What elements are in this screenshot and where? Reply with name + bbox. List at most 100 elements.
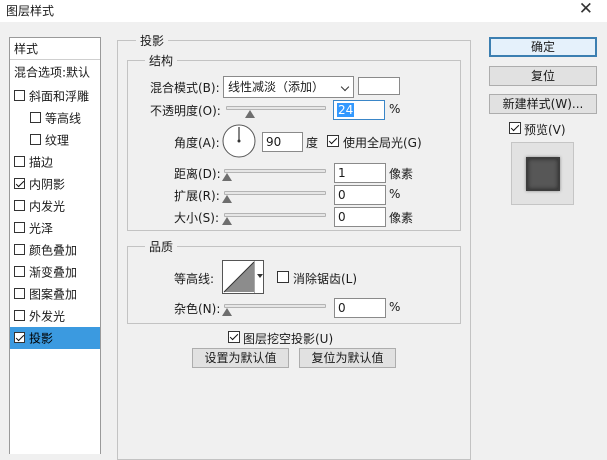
angle-dial[interactable]: [222, 124, 256, 158]
style-item-pattern-overlay[interactable]: 图案叠加: [10, 283, 100, 305]
noise-slider-track[interactable]: [224, 304, 326, 308]
style-item-label: 外发光: [29, 309, 66, 324]
bevel-emboss-checkbox[interactable]: [14, 90, 25, 101]
style-item-label: 纹理: [45, 133, 70, 148]
distance-label: 距离(D):: [174, 167, 221, 181]
quality-title: 品质: [145, 238, 178, 255]
inner-glow-checkbox[interactable]: [14, 200, 25, 211]
set-default-button[interactable]: 设置为默认值: [192, 348, 289, 368]
style-item-label: 投影: [29, 331, 54, 346]
anti-alias-label: 消除锯齿(L): [293, 272, 358, 286]
angle-input[interactable]: 90: [262, 132, 303, 152]
opacity-label: 不透明度(O):: [150, 104, 221, 118]
noise-unit: %: [389, 300, 401, 314]
stroke-checkbox[interactable]: [14, 156, 25, 167]
chevron-down-icon: [340, 82, 350, 92]
opacity-value: 24: [337, 103, 355, 117]
distance-unit: 像素: [389, 167, 414, 181]
style-item-satin[interactable]: 光泽: [10, 217, 100, 239]
style-item-inner-glow[interactable]: 内发光: [10, 195, 100, 217]
style-item-label: 描边: [29, 155, 54, 170]
reset-button[interactable]: 复位: [489, 66, 597, 86]
style-item-inner-shadow[interactable]: 内阴影: [10, 173, 100, 195]
opacity-slider-thumb[interactable]: [245, 110, 255, 118]
style-item-stroke[interactable]: 描边: [10, 151, 100, 173]
spread-label: 扩展(R):: [174, 189, 220, 203]
angle-unit: 度: [306, 136, 319, 150]
reset-default-button[interactable]: 复位为默认值: [299, 348, 396, 368]
spread-input[interactable]: 0: [334, 185, 386, 205]
style-item-label: 渐变叠加: [29, 265, 78, 280]
style-item-color-overlay[interactable]: 颜色叠加: [10, 239, 100, 261]
contour-dropdown-toggle[interactable]: [254, 261, 263, 293]
style-item-bevel-emboss[interactable]: 斜面和浮雕: [10, 85, 100, 107]
knockout-checkbox[interactable]: [228, 331, 240, 343]
preview-checkbox[interactable]: [509, 122, 521, 134]
spread-slider-thumb[interactable]: [222, 195, 232, 203]
contour-label: 等高线:: [174, 272, 215, 286]
blend-mode-value: 线性减淡（添加）: [228, 80, 325, 94]
spread-slider-track[interactable]: [224, 191, 326, 195]
distance-slider-thumb[interactable]: [222, 173, 232, 181]
pattern-overlay-checkbox[interactable]: [14, 288, 25, 299]
spread-unit: %: [389, 187, 401, 201]
preview-swatch: [526, 157, 560, 191]
size-unit: 像素: [389, 211, 414, 225]
close-icon[interactable]: ✕: [579, 0, 593, 19]
new-style-button[interactable]: 新建样式(W)...: [489, 94, 597, 114]
inner-shadow-checkbox[interactable]: [14, 178, 25, 189]
size-input[interactable]: 0: [334, 207, 386, 227]
structure-title: 结构: [145, 52, 178, 69]
preview-label: 预览(V): [524, 123, 566, 137]
noise-input[interactable]: 0: [334, 298, 386, 318]
contour-picker[interactable]: [222, 260, 264, 294]
texture-checkbox[interactable]: [30, 134, 41, 145]
opacity-input[interactable]: 24: [333, 100, 385, 120]
distance-slider-track[interactable]: [224, 169, 326, 173]
blend-options-item[interactable]: 混合选项:默认: [10, 61, 100, 83]
gradient-overlay-checkbox[interactable]: [14, 266, 25, 277]
style-item-label: 颜色叠加: [29, 243, 78, 258]
global-light-label: 使用全局光(G): [343, 136, 422, 150]
style-item-label: 内发光: [29, 199, 66, 214]
style-item-texture[interactable]: 纹理: [10, 129, 100, 151]
distance-input[interactable]: 1: [334, 163, 386, 183]
drop-shadow-title: 投影: [136, 32, 169, 49]
anti-alias-checkbox[interactable]: [277, 271, 289, 283]
opacity-slider-track[interactable]: [226, 106, 326, 110]
drop-shadow-checkbox[interactable]: [14, 332, 25, 343]
style-item-label: 图案叠加: [29, 287, 78, 302]
outer-glow-checkbox[interactable]: [14, 310, 25, 321]
color-overlay-checkbox[interactable]: [14, 244, 25, 255]
ok-button[interactable]: 确定: [489, 37, 597, 57]
style-item-label: 光泽: [29, 221, 54, 236]
style-item-gradient-overlay[interactable]: 渐变叠加: [10, 261, 100, 283]
caret-down-icon: [257, 274, 263, 278]
size-label: 大小(S):: [174, 211, 220, 225]
opacity-unit: %: [389, 102, 401, 116]
style-item-drop-shadow[interactable]: 投影: [10, 327, 100, 349]
size-slider-thumb[interactable]: [222, 217, 232, 225]
contour-preview-icon: [223, 261, 255, 293]
blend-mode-label: 混合模式(B):: [150, 81, 220, 95]
window-title: 图层样式: [6, 4, 55, 18]
styles-list: 样式 混合选项:默认 斜面和浮雕 等高线 纹理 描边 内阴影 内发光 光泽 颜色…: [9, 37, 101, 454]
knockout-label: 图层挖空投影(U): [243, 332, 334, 346]
style-item-outer-glow[interactable]: 外发光: [10, 305, 100, 327]
title-bar: 图层样式 ✕: [0, 0, 607, 22]
style-item-label: 斜面和浮雕: [29, 89, 90, 104]
contour-checkbox[interactable]: [30, 112, 41, 123]
angle-label: 角度(A):: [174, 136, 220, 150]
noise-label: 杂色(N):: [174, 302, 221, 316]
blend-options-label: 混合选项:默认: [14, 65, 91, 80]
styles-list-header: 样式: [10, 38, 100, 60]
blend-mode-dropdown[interactable]: 线性减淡（添加）: [223, 76, 354, 98]
shadow-color-swatch[interactable]: [358, 77, 400, 95]
satin-checkbox[interactable]: [14, 222, 25, 233]
size-slider-track[interactable]: [224, 213, 326, 217]
style-preview: [511, 142, 574, 205]
global-light-checkbox[interactable]: [327, 135, 339, 147]
style-item-contour[interactable]: 等高线: [10, 107, 100, 129]
style-item-label: 等高线: [45, 111, 82, 126]
noise-slider-thumb[interactable]: [222, 308, 232, 316]
